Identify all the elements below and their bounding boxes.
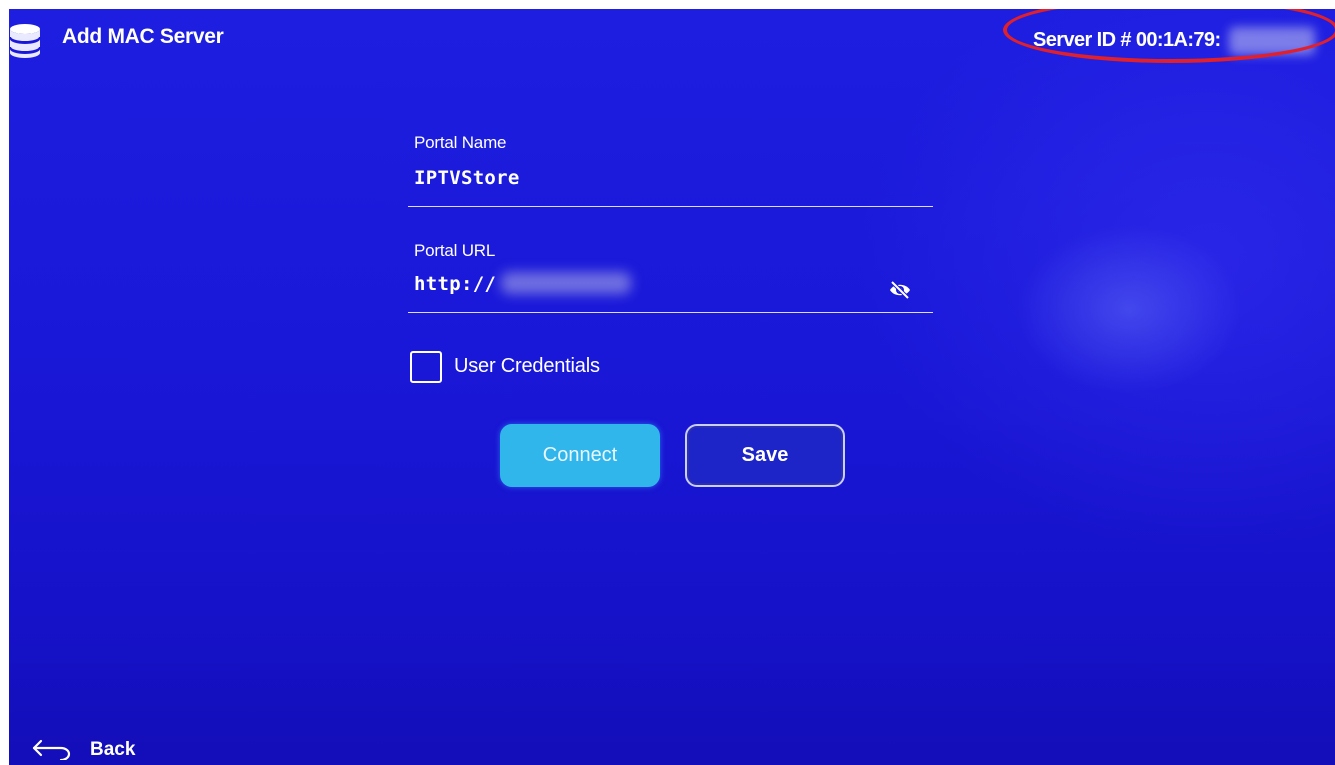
portal-name-underline — [408, 206, 933, 207]
page-title: Add MAC Server — [62, 25, 224, 48]
portal-name-label: Portal Name — [414, 133, 507, 152]
back-arrow-icon[interactable] — [31, 738, 75, 760]
user-credentials-checkbox[interactable] — [410, 351, 442, 383]
back-button[interactable]: Back — [90, 739, 135, 761]
database-icon — [9, 24, 41, 58]
add-mac-server-screen: Add MAC Server Server ID # 00:1A:79: Por… — [9, 9, 1335, 765]
portal-url-underline — [408, 312, 933, 313]
save-button[interactable]: Save — [685, 424, 845, 487]
eye-off-icon[interactable] — [889, 280, 911, 300]
portal-url-redaction — [501, 272, 631, 294]
portal-name-input[interactable]: IPTVStore — [414, 167, 520, 189]
connect-button[interactable]: Connect — [500, 424, 660, 487]
portal-url-label: Portal URL — [414, 241, 496, 260]
user-credentials-label[interactable]: User Credentials — [454, 355, 600, 378]
portal-url-input[interactable]: http:// — [414, 273, 496, 295]
